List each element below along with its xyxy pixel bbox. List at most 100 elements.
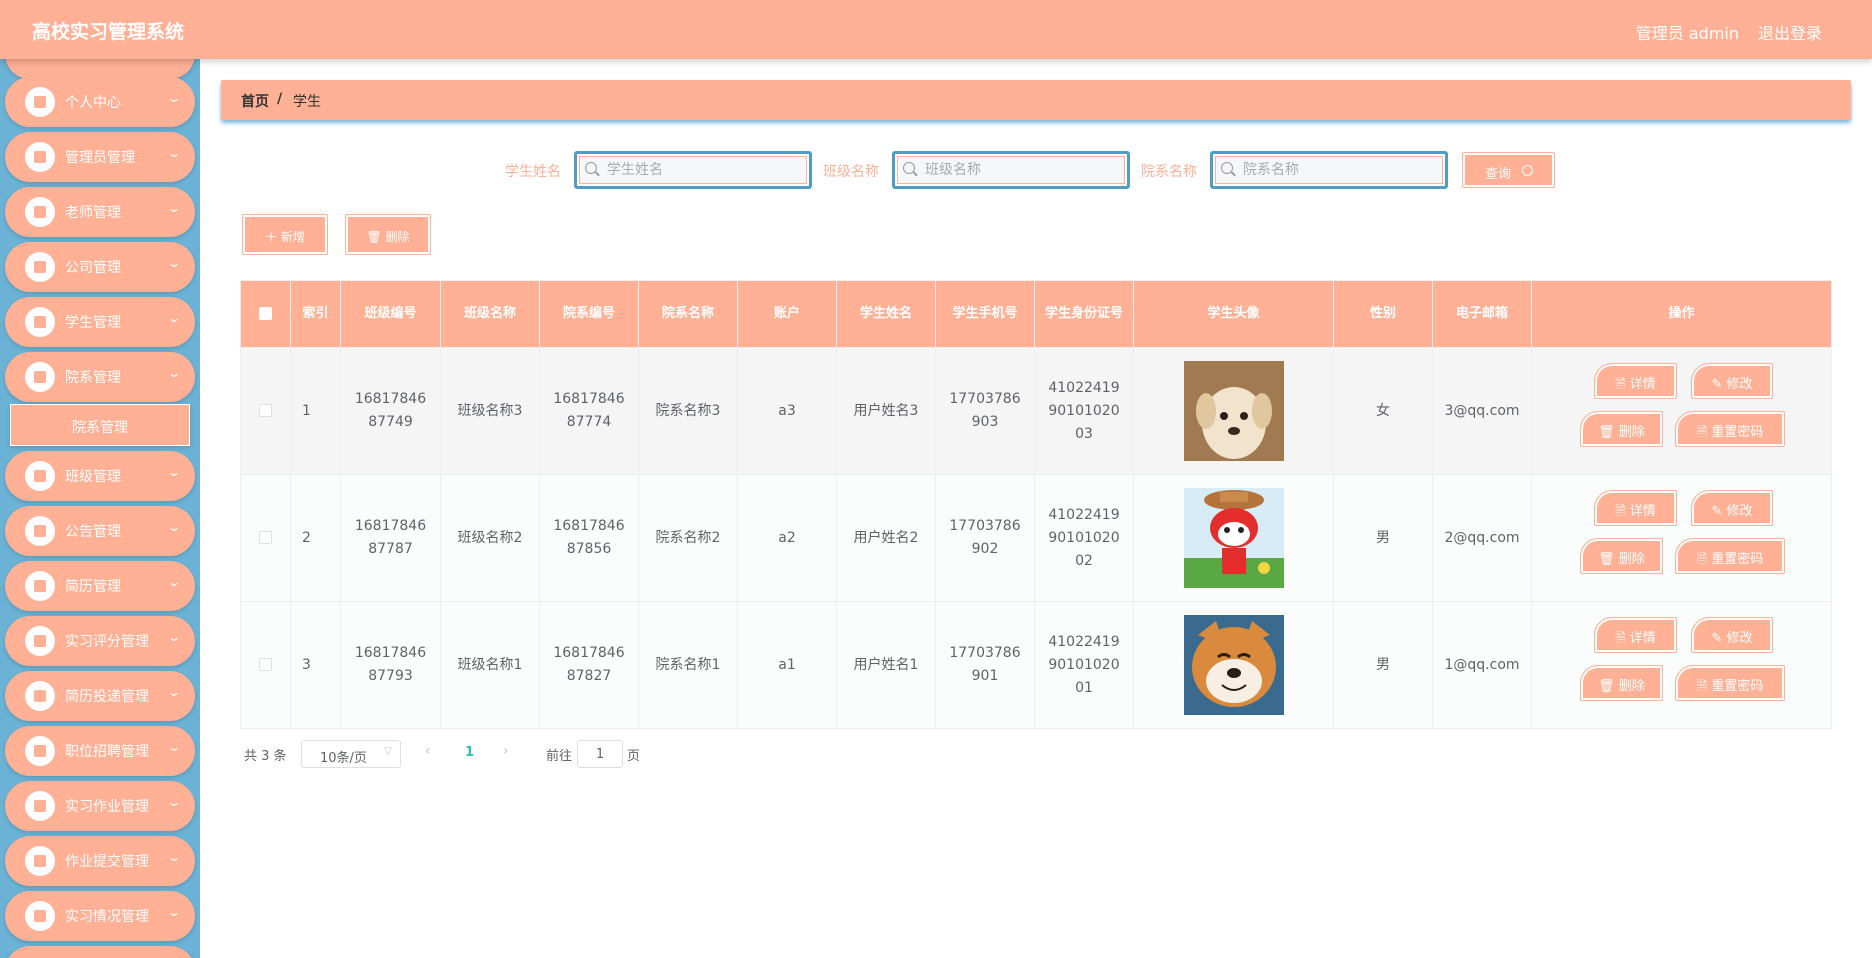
sidebar-item-teacher[interactable]: 老师管理 ⌄	[5, 187, 195, 237]
cell-student-name: 用户姓名1	[836, 601, 936, 729]
sidebar-item-homework[interactable]: 实习作业管理 ⌄	[5, 781, 195, 831]
sidebar-item-recruit[interactable]: 职位招聘管理 ⌄	[5, 726, 195, 776]
sidebar-item-hidden[interactable]	[5, 59, 195, 79]
page-size-select[interactable]: 10条/页 ▽	[301, 740, 401, 768]
add-button-label: ＋ 新增	[265, 230, 305, 244]
detail-button-label: 🗎 详情	[1615, 504, 1656, 519]
cell-index: 3	[290, 601, 341, 729]
reset-password-button[interactable]: 🗎 重置密码	[1675, 411, 1785, 447]
avatar-puppy	[1183, 361, 1284, 461]
detail-button[interactable]: 🗎 详情	[1594, 617, 1677, 653]
reset-password-label: 🗎 重置密码	[1696, 425, 1764, 440]
delete-button-label: 🗑 删除	[366, 230, 410, 244]
col-header: 班级名称	[440, 280, 540, 348]
cell-avatar	[1133, 601, 1334, 729]
row-checkbox[interactable]	[259, 531, 272, 544]
breadcrumb-home[interactable]: 首页	[241, 91, 269, 111]
col-header: 学生姓名	[836, 280, 936, 348]
edit-button[interactable]: ✎ 修改	[1691, 490, 1773, 526]
next-page-icon[interactable]: ›	[503, 743, 509, 759]
col-header: 院系名称	[638, 280, 738, 348]
col-header: 学生头像	[1133, 280, 1334, 348]
sidebar-subitem-department[interactable]: 院系管理	[10, 404, 190, 446]
sidebar-item-label: 作业提交管理	[65, 854, 149, 870]
sidebar-item-student[interactable]: 学生管理 ⌄	[5, 297, 195, 347]
sidebar-item-class[interactable]: 班级管理 ⌄	[5, 451, 195, 501]
row-select-cell[interactable]	[240, 347, 291, 475]
select-all-checkbox[interactable]	[259, 307, 272, 320]
cell-ops: 🗎 详情 ✎ 修改 🗑 删除 🗎 重置密码	[1531, 601, 1832, 729]
grid-icon	[25, 681, 55, 711]
sidebar-item-situation[interactable]: 实习情况管理 ⌄	[5, 891, 195, 941]
cell-dept-name: 院系名称1	[638, 601, 738, 729]
col-header: 性别	[1333, 280, 1433, 348]
edit-button-label: ✎ 修改	[1711, 377, 1753, 392]
chevron-down-icon: ▽	[384, 746, 392, 757]
chevron-down-icon: ⌄	[166, 366, 182, 380]
delete-button[interactable]: 🗑 删除	[1580, 411, 1663, 447]
sidebar-item-label: 班级管理	[65, 469, 121, 485]
sidebar-item-company[interactable]: 公司管理 ⌄	[5, 242, 195, 292]
col-header-text: 学生身份证号	[1045, 306, 1124, 321]
delete-button[interactable]: 🗑 删除	[1580, 665, 1663, 701]
goto-page-input[interactable]	[577, 740, 623, 768]
reset-password-label: 🗎 重置密码	[1696, 679, 1764, 694]
avatar-shiba	[1183, 615, 1284, 715]
current-user: 管理员 admin	[1635, 24, 1739, 43]
current-page[interactable]: 1	[465, 745, 474, 760]
chevron-down-icon: ⌄	[166, 850, 182, 864]
cell-class-name: 班级名称3	[440, 347, 540, 475]
cell-email: 1@qq.com	[1432, 601, 1532, 729]
row-checkbox[interactable]	[259, 658, 272, 671]
cell-id-card: 410224199010102001	[1034, 601, 1134, 729]
query-button[interactable]: 查询	[1462, 152, 1555, 188]
class-name-input[interactable]	[925, 154, 1115, 186]
cell-student-name: 用户姓名3	[836, 347, 936, 475]
delete-button[interactable]: 🗑 删除	[1580, 538, 1663, 574]
reset-password-button[interactable]: 🗎 重置密码	[1675, 665, 1785, 701]
cell-gender: 男	[1333, 601, 1433, 729]
student-name-input[interactable]	[607, 154, 797, 186]
reset-password-button[interactable]: 🗎 重置密码	[1675, 538, 1785, 574]
cell-text: 1681784687793	[354, 645, 427, 684]
row-select-cell[interactable]	[240, 474, 291, 602]
dept-name-field[interactable]	[1210, 151, 1448, 189]
row-select-cell[interactable]	[240, 601, 291, 729]
breadcrumb-current: 学生	[293, 94, 321, 110]
cell-text: 1681784687856	[553, 518, 625, 557]
col-header: 学生身份证号	[1034, 280, 1134, 348]
row-checkbox[interactable]	[259, 404, 272, 417]
batch-delete-button[interactable]: 🗑 删除	[345, 214, 431, 255]
pagination-total: 共 3 条	[244, 749, 287, 764]
sidebar-item-submit[interactable]: 作业提交管理 ⌄	[5, 836, 195, 886]
student-name-field[interactable]	[574, 151, 812, 189]
row-actions: 🗎 详情 ✎ 修改 🗑 删除 🗎 重置密码	[1532, 361, 1831, 461]
sidebar-item-notice[interactable]: 公告管理 ⌄	[5, 506, 195, 556]
detail-button[interactable]: 🗎 详情	[1594, 490, 1677, 526]
detail-button[interactable]: 🗎 详情	[1594, 363, 1677, 399]
table-row: 2 1681784687787 班级名称2 1681784687856 院系名称…	[240, 474, 1832, 602]
grid-icon	[25, 736, 55, 766]
avatar-cartoon-fox	[1183, 488, 1284, 588]
class-name-field[interactable]	[892, 151, 1130, 189]
cell-text: 1681784687774	[553, 391, 625, 430]
logout-link[interactable]: 退出登录	[1758, 20, 1822, 44]
select-all-cell[interactable]	[240, 280, 291, 348]
sidebar-item-score[interactable]: 实习评分管理 ⌄	[5, 616, 195, 666]
top-header: 高校实习管理系统 管理员 admin 退出登录	[0, 0, 1872, 59]
sidebar-item-profile[interactable]: 个人中心 ⌄	[5, 77, 195, 127]
sidebar-item-delivery[interactable]: 简历投递管理 ⌄	[5, 671, 195, 721]
cell-text: 410224199010102001	[1048, 633, 1120, 696]
add-button[interactable]: ＋ 新增	[242, 214, 328, 255]
sidebar-item-label: 职位招聘管理	[65, 744, 149, 760]
edit-button[interactable]: ✎ 修改	[1691, 617, 1773, 653]
dept-name-input[interactable]	[1243, 154, 1433, 186]
sidebar-item-more[interactable]	[5, 946, 195, 958]
sidebar-item-department[interactable]: 院系管理 ⌄	[5, 352, 195, 402]
sidebar-item-resume[interactable]: 简历管理 ⌄	[5, 561, 195, 611]
edit-button[interactable]: ✎ 修改	[1691, 363, 1773, 399]
user-icon	[25, 87, 55, 117]
sidebar-item-admin[interactable]: 管理员管理 ⌄	[5, 132, 195, 182]
prev-page-icon[interactable]: ‹	[425, 743, 431, 759]
sidebar-item-label: 管理员管理	[65, 150, 135, 166]
